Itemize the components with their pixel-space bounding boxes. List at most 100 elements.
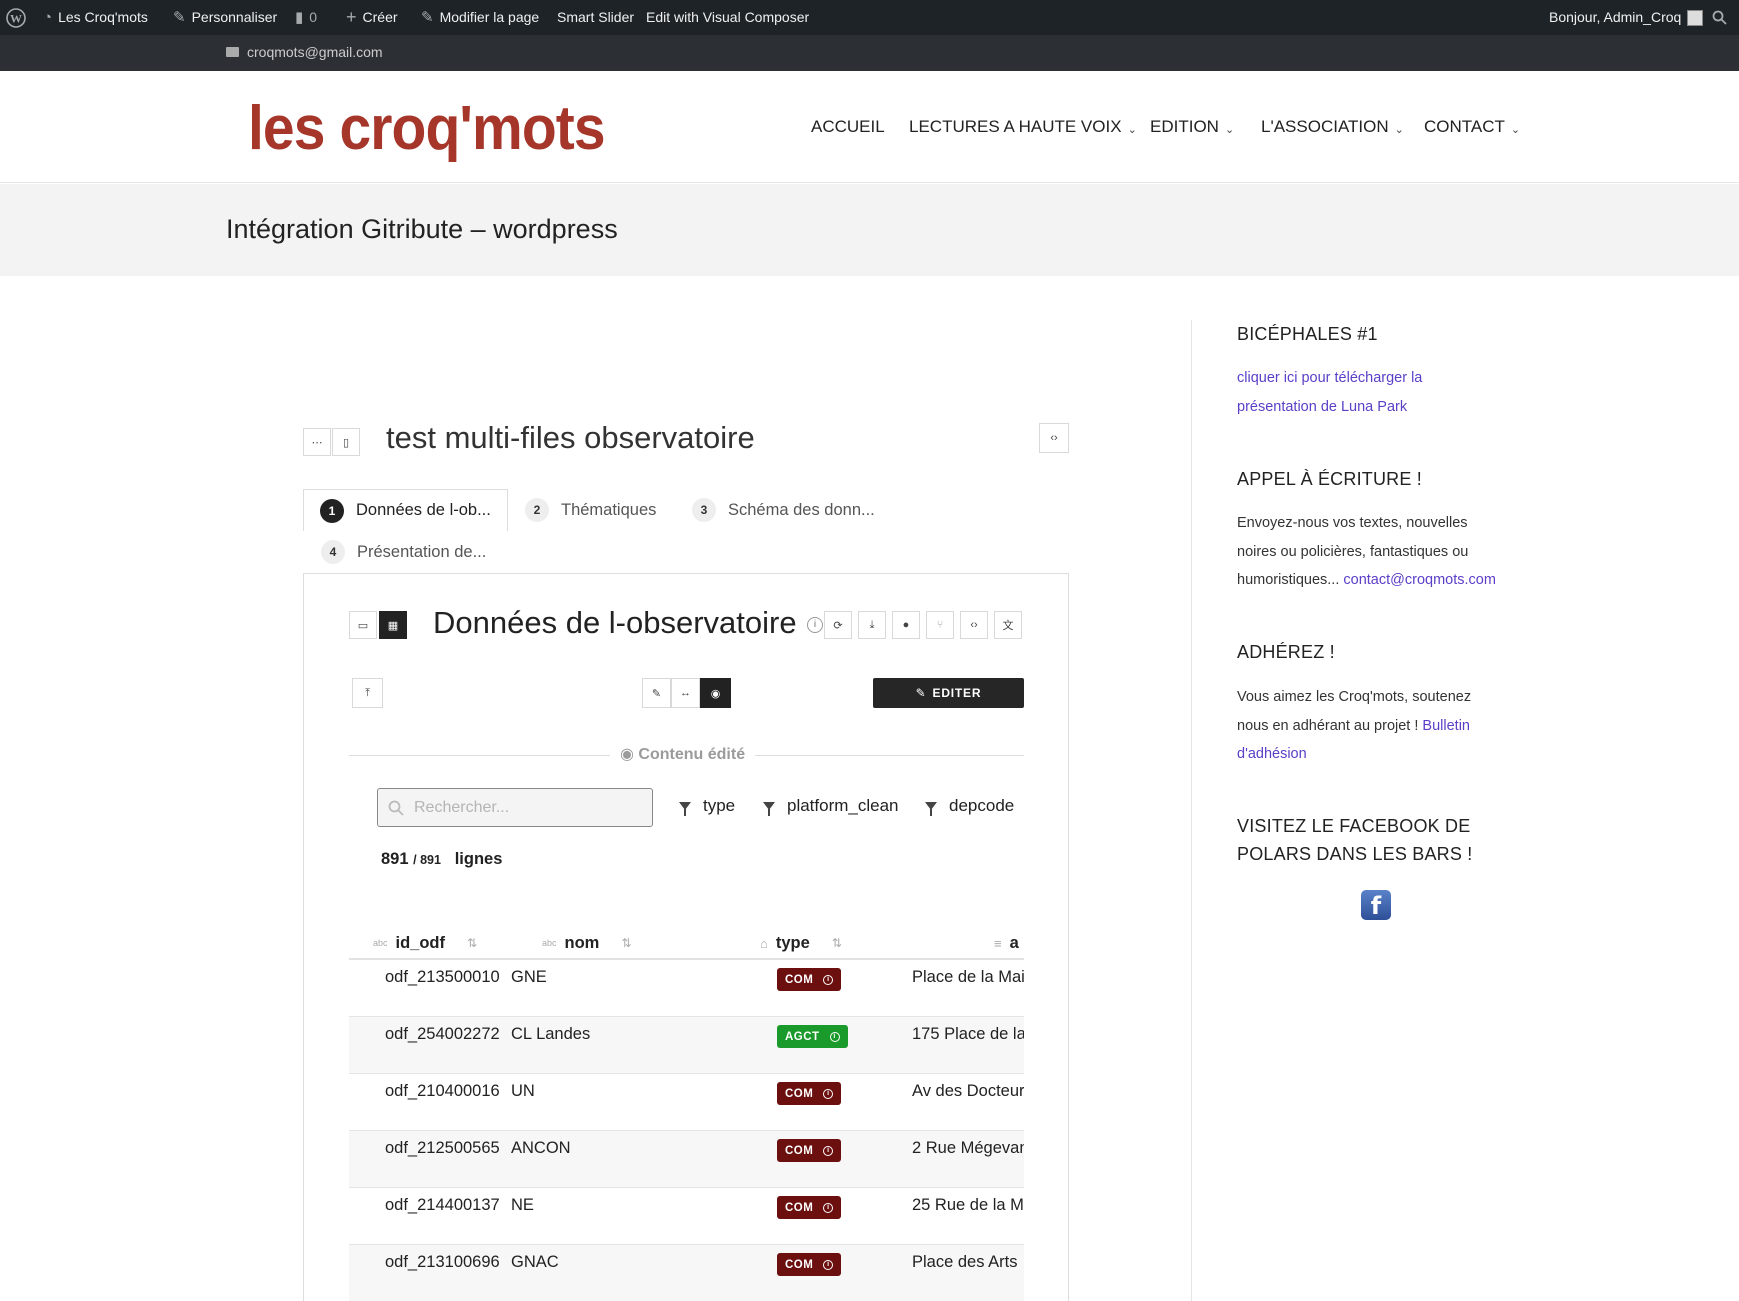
collapse-vertical-button[interactable]: ▯ — [332, 428, 360, 456]
code-button[interactable]: ‹› — [960, 611, 988, 639]
badge-label: AGCT — [785, 1030, 820, 1043]
view-table-button[interactable]: ▦ — [379, 611, 407, 639]
table-row[interactable]: odf_212500565 ANCON COM i 2 Rue Mégevan — [349, 1131, 1024, 1188]
tag-icon: ⌂ — [760, 935, 768, 951]
pencil-icon: ✎ — [421, 9, 434, 26]
page-title-band: Intégration Gitribute – wordpress — [0, 184, 1739, 276]
collapse-horizontal-button[interactable]: ⋯ — [303, 428, 331, 456]
type-badge[interactable]: AGCT i — [777, 1025, 848, 1048]
search-input[interactable]: Rechercher... — [377, 788, 653, 827]
nav-item-edition[interactable]: EDITION ⌄ — [1150, 117, 1234, 137]
user-button[interactable]: ● — [892, 611, 920, 639]
membership-link[interactable]: d'adhésion — [1237, 740, 1527, 769]
column-header-adresse[interactable]: ≡ a — [994, 928, 1019, 958]
nav-item-accueil[interactable]: ACCUEIL — [811, 117, 885, 137]
git-branch-icon: ⑂ — [936, 619, 944, 631]
text-line: Envoyez-nous vos textes, nouvelles — [1237, 515, 1468, 531]
reload-button[interactable]: ⟳ — [824, 611, 852, 639]
tab-donnees[interactable]: 1 Données de l-ob... — [303, 489, 508, 531]
svg-text:W: W — [10, 11, 22, 25]
search-icon[interactable] — [1712, 0, 1727, 35]
link-line: cliquer ici pour télécharger la — [1237, 370, 1423, 386]
smart-slider-link[interactable]: Smart Slider — [557, 0, 634, 35]
customize-link[interactable]: ✎ Personnaliser — [173, 0, 277, 35]
code-icon: ‹› — [970, 619, 978, 631]
filter-depcode[interactable]: depcode — [925, 796, 1014, 816]
filter-platform[interactable]: platform_clean — [763, 796, 899, 816]
filter-type[interactable]: type — [679, 796, 735, 816]
comments-link[interactable]: ▮ 0 — [295, 0, 317, 35]
translate-icon: 文 — [1002, 620, 1014, 632]
table-row[interactable]: odf_210400016 UN COM i Av des Docteur — [349, 1074, 1024, 1131]
sort-icon[interactable]: ⇅ — [832, 936, 842, 950]
sidebar-download-link[interactable]: cliquer ici pour télécharger la présenta… — [1237, 364, 1527, 421]
cell-adresse: 2 Rue Mégevan — [912, 1139, 1024, 1157]
cell-id: odf_212500565 — [385, 1139, 500, 1157]
tab-number: 1 — [320, 498, 344, 523]
column-header-type[interactable]: ⌂ type ⇅ — [760, 928, 842, 958]
site-name-menu[interactable]: ◔ Les Croq'mots — [43, 0, 148, 35]
tab-schema[interactable]: 3 Schéma des donn... — [692, 490, 875, 530]
sort-icon[interactable]: ⇅ — [621, 936, 631, 950]
info-icon: i — [823, 1145, 834, 1156]
page-title: Intégration Gitribute – wordpress — [226, 214, 618, 244]
edit-button[interactable]: ✎ EDITER — [873, 678, 1024, 708]
table-row[interactable]: odf_213100696 GNAC COM i Place des Arts — [349, 1245, 1024, 1301]
contact-email-link[interactable]: contact@croqmots.com — [1343, 572, 1496, 588]
arrows-horizontal-icon: ↔ — [680, 687, 691, 699]
eye-icon: ◉ — [710, 687, 721, 700]
table-row[interactable]: odf_254002272 CL Landes AGCT i 175 Place … — [349, 1017, 1024, 1074]
user-menu[interactable]: Bonjour, Admin_Croq — [1549, 0, 1704, 35]
edit-button-label: EDITER — [932, 686, 982, 700]
wordpress-logo-icon[interactable]: W — [6, 0, 26, 35]
type-badge[interactable]: COM i — [777, 1082, 842, 1105]
contact-email[interactable]: croqmots@gmail.com — [226, 44, 383, 60]
chevron-down-icon: ⌄ — [1394, 123, 1404, 136]
info-icon: i — [823, 1259, 834, 1270]
eye-icon: ◉ — [620, 746, 634, 763]
tab-presentation[interactable]: 4 Présentation de... — [321, 532, 486, 572]
square-icon: ▭ — [357, 619, 369, 632]
top-info-bar: croqmots@gmail.com — [0, 35, 1739, 71]
sort-icon[interactable]: ⇅ — [467, 936, 477, 950]
dashboard-icon: ◔ — [43, 9, 53, 26]
visual-composer-label: Edit with Visual Composer — [646, 9, 810, 25]
info-icon: i — [829, 1031, 840, 1042]
upload-button[interactable]: ⤒ — [352, 678, 383, 708]
upload-icon: ⤒ — [365, 686, 370, 699]
search-icon — [388, 800, 404, 816]
embed-code-button[interactable]: ‹› — [1039, 423, 1069, 453]
translate-button[interactable]: 文 — [994, 611, 1022, 639]
tab-label: Données de l-ob... — [356, 501, 491, 519]
new-content-menu[interactable]: + Créer — [346, 0, 398, 35]
diff-mode-button[interactable]: ↔ — [671, 678, 700, 708]
view-card-button[interactable]: ▭ — [349, 611, 377, 639]
visual-composer-link[interactable]: Edit with Visual Composer — [646, 0, 809, 35]
type-badge[interactable]: COM i — [777, 1196, 842, 1219]
nav-item-contact[interactable]: CONTACT ⌄ — [1424, 117, 1520, 137]
type-badge[interactable]: COM i — [777, 1139, 842, 1162]
table-row[interactable]: odf_213500010 GNE COM i Place de la Mai — [349, 960, 1024, 1017]
download-button[interactable]: ⤓ — [858, 611, 886, 639]
edit-page-link[interactable]: ✎ Modifier la page — [421, 0, 539, 35]
tab-thematiques[interactable]: 2 Thématiques — [525, 490, 656, 530]
edit-mode-button[interactable]: ✎ — [642, 678, 671, 708]
type-badge[interactable]: COM i — [777, 1253, 842, 1276]
column-header-nom[interactable]: abc nom ⇅ — [542, 928, 631, 958]
facebook-icon[interactable]: f — [1361, 890, 1391, 920]
site-header: les croq'mots ACCUEIL LECTURES A HAUTE V… — [0, 71, 1739, 183]
info-icon[interactable]: i — [807, 617, 823, 633]
site-logo[interactable]: les croq'mots — [248, 93, 606, 164]
column-header-id-odf[interactable]: abc id_odf ⇅ — [373, 928, 477, 958]
nav-item-association[interactable]: L'ASSOCIATION ⌄ — [1261, 117, 1404, 137]
nav-item-lectures[interactable]: LECTURES A HAUTE VOIX ⌄ — [909, 117, 1137, 137]
tab-label: Thématiques — [561, 500, 657, 519]
branch-button[interactable]: ⑂ — [926, 611, 954, 639]
link-line: présentation de Luna Park — [1237, 398, 1408, 415]
table-row[interactable]: odf_214400137 NE COM i 25 Rue de la Ma — [349, 1188, 1024, 1245]
cell-nom: GNAC — [511, 1253, 591, 1272]
membership-link[interactable]: Bulletin — [1422, 718, 1470, 734]
view-mode-button[interactable]: ◉ — [700, 678, 731, 708]
tab-number: 3 — [692, 498, 716, 522]
type-badge[interactable]: COM i — [777, 968, 842, 991]
